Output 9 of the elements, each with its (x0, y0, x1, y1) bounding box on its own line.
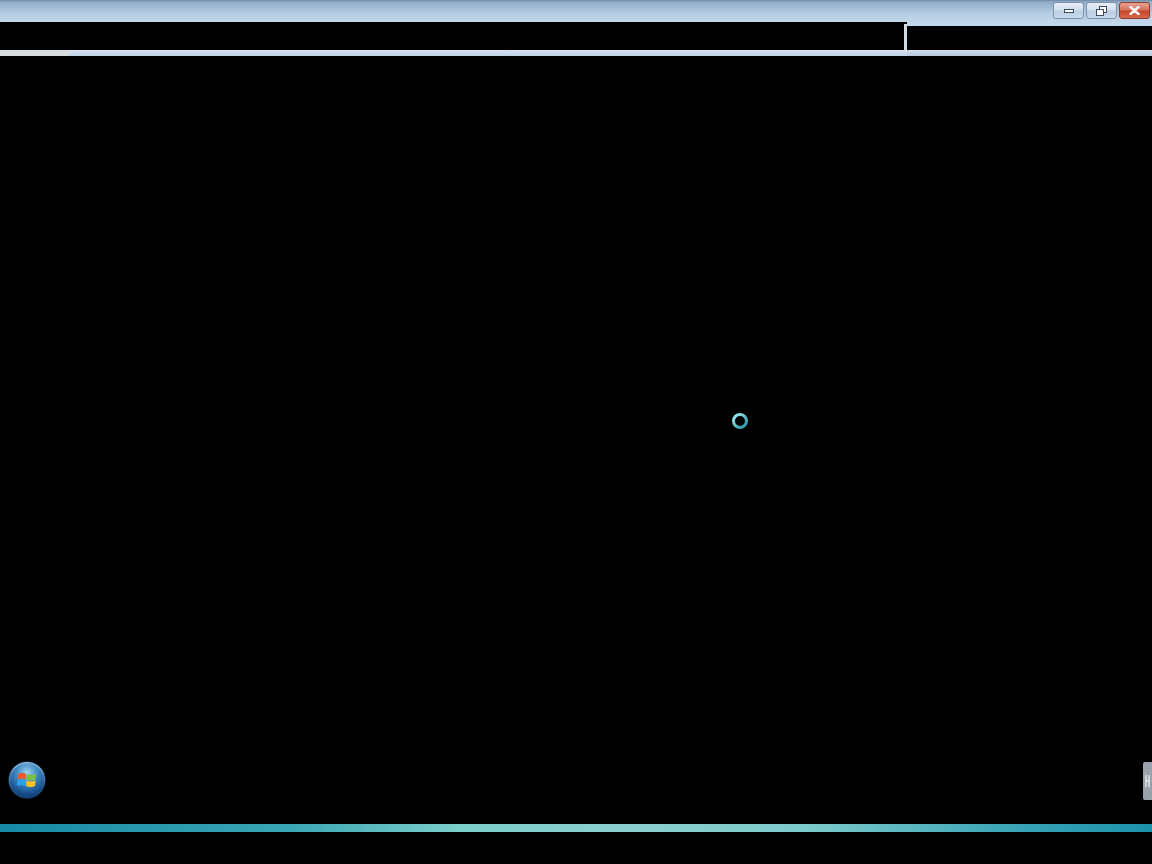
grip-icon (1145, 774, 1150, 788)
close-icon (1129, 6, 1140, 15)
start-orb-button[interactable] (8, 761, 46, 799)
minimize-button[interactable] (1053, 2, 1084, 19)
restore-icon (1096, 5, 1107, 16)
restore-button[interactable] (1086, 2, 1117, 19)
flag-icon (17, 771, 37, 789)
minimize-icon (1063, 8, 1074, 13)
close-button[interactable] (1119, 2, 1150, 19)
